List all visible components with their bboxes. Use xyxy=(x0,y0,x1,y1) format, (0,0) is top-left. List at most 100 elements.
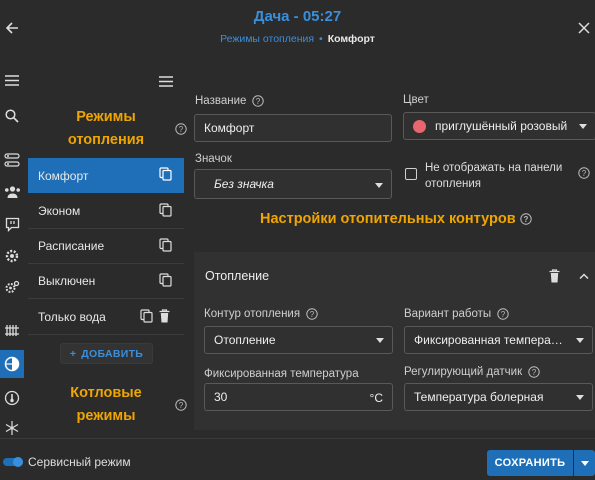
svg-text:?: ? xyxy=(179,125,184,134)
list-item-label: Выключен xyxy=(38,274,96,288)
list-menu-button[interactable] xyxy=(154,70,178,92)
list-item-economy[interactable]: Эконом xyxy=(28,194,184,229)
copy-icon[interactable] xyxy=(159,238,172,252)
rail-messages-button[interactable] xyxy=(0,210,24,238)
messages-icon xyxy=(5,217,19,232)
contour-select[interactable]: Отопление xyxy=(204,326,393,354)
help-icon[interactable]: ? xyxy=(519,213,532,225)
settings-icon xyxy=(5,280,20,293)
radiator-icon xyxy=(5,325,19,336)
list-item-label: Расписание xyxy=(38,239,105,253)
breadcrumb-separator: • xyxy=(319,33,323,45)
help-icon: ? xyxy=(175,123,187,135)
svg-text:?: ? xyxy=(310,310,315,319)
copy-icon[interactable] xyxy=(140,309,153,323)
list-item-label: Комфорт xyxy=(38,168,89,183)
color-label: Цвет xyxy=(403,94,429,106)
heating-modes-help-button[interactable]: ? xyxy=(174,122,188,136)
heading-line-2: режимы xyxy=(76,408,136,424)
list-item-water-only[interactable]: Только вода xyxy=(28,300,184,335)
hide-label-line-1: Не отображать на панели xyxy=(425,162,563,174)
breadcrumb: Режимы отопления • Комфорт xyxy=(0,33,595,45)
list-item-off[interactable]: Выключен xyxy=(28,264,184,299)
help-icon[interactable]: ? xyxy=(252,95,265,107)
plus-icon: + xyxy=(69,347,77,360)
rail-heating-modes-button[interactable] xyxy=(0,350,24,378)
heating-modes-heading: Режимы отопления xyxy=(28,106,184,152)
rail-menu-button[interactable] xyxy=(0,66,24,94)
help-icon: ? xyxy=(578,167,590,179)
svg-text:?: ? xyxy=(256,97,261,106)
hide-checkbox[interactable] xyxy=(405,168,417,180)
copy-icon[interactable] xyxy=(159,273,172,287)
delete-circuit-button[interactable] xyxy=(546,267,562,285)
heating-modes-icon xyxy=(4,356,20,372)
heading-line-1: Режимы xyxy=(76,109,136,125)
color-select-value: приглушённый розовый xyxy=(435,119,568,133)
delete-icon xyxy=(549,269,559,283)
breadcrumb-current: Комфорт xyxy=(327,33,375,45)
close-icon xyxy=(578,22,590,34)
chevron-down-icon xyxy=(576,395,584,400)
circuits-section-title: Настройки отопительных контуров ? xyxy=(260,211,532,227)
snowflake-icon xyxy=(5,421,19,435)
rail-radiator-button[interactable] xyxy=(0,316,24,344)
boiler-modes-help-button[interactable]: ? xyxy=(174,398,188,412)
contour-label: Контур отопления ? xyxy=(204,308,318,320)
color-swatch xyxy=(413,119,426,133)
menu-icon xyxy=(5,74,19,86)
icon-label: Значок xyxy=(195,153,232,165)
copy-icon[interactable] xyxy=(159,167,172,181)
service-mode-toggle[interactable] xyxy=(2,456,24,468)
svg-text:?: ? xyxy=(532,368,537,377)
contour-select-value: Отопление xyxy=(214,333,276,347)
collapse-circuit-button[interactable] xyxy=(576,268,592,284)
boiler-modes-heading: Котловые режимы xyxy=(28,382,184,428)
save-options-button[interactable] xyxy=(574,450,595,476)
heading-line-2: отопления xyxy=(67,132,145,148)
sensor-select[interactable]: Температура болерная xyxy=(404,383,593,411)
chevron-down-icon xyxy=(375,183,383,188)
breadcrumb-section-link[interactable]: Режимы отопления xyxy=(220,33,314,45)
circuit-title: Отопление xyxy=(205,269,270,283)
add-mode-button[interactable]: + ДОБАВИТЬ xyxy=(60,343,153,364)
close-button[interactable] xyxy=(573,16,595,40)
temp-unit: °C xyxy=(369,391,383,405)
list-item-schedule[interactable]: Расписание xyxy=(28,229,184,264)
help-icon[interactable]: ? xyxy=(528,366,540,378)
rail-users-button[interactable] xyxy=(0,178,24,206)
help-icon[interactable]: ? xyxy=(306,308,318,320)
icon-select[interactable]: Без значка xyxy=(194,169,392,199)
name-input-value: Комфорт xyxy=(204,121,255,135)
sensor-label: Регулирующий датчик ? xyxy=(404,366,540,378)
mode-select[interactable]: Фиксированная темпера… xyxy=(404,326,593,354)
copy-icon[interactable] xyxy=(159,203,172,217)
name-label-text: Название xyxy=(195,95,247,107)
hide-help-button[interactable]: ? xyxy=(577,166,591,180)
chevron-up-icon xyxy=(579,273,589,279)
rail-settings-button[interactable] xyxy=(0,274,24,302)
rail-heating-devices-button[interactable] xyxy=(0,242,24,270)
add-mode-label: ДОБАВИТЬ xyxy=(81,347,144,360)
list-item-comfort[interactable]: Комфорт xyxy=(28,158,184,193)
devices-icon xyxy=(4,153,20,167)
delete-icon[interactable] xyxy=(159,309,170,323)
service-mode-label: Сервисный режим xyxy=(28,455,131,469)
circuits-title-text: Настройки отопительных контуров xyxy=(260,211,516,227)
svg-text:?: ? xyxy=(523,215,528,224)
icon-select-value: Без значка xyxy=(214,177,274,191)
temp-input[interactable]: 30 °C xyxy=(204,383,393,411)
sensor-select-value: Температура болерная xyxy=(414,390,544,404)
name-input[interactable]: Комфорт xyxy=(194,114,392,142)
users-icon xyxy=(4,186,20,198)
chevron-down-icon xyxy=(579,124,587,129)
rail-search-button[interactable] xyxy=(0,102,24,130)
rail-devices-button[interactable] xyxy=(0,146,24,174)
color-select[interactable]: приглушённый розовый xyxy=(403,112,595,140)
save-button[interactable]: СОХРАНИТЬ xyxy=(487,450,573,476)
icon-label-text: Значок xyxy=(195,153,232,165)
thermometer-icon xyxy=(4,390,20,406)
help-icon[interactable]: ? xyxy=(497,308,509,320)
rail-thermometer-button[interactable] xyxy=(0,384,24,412)
search-icon xyxy=(5,109,19,123)
